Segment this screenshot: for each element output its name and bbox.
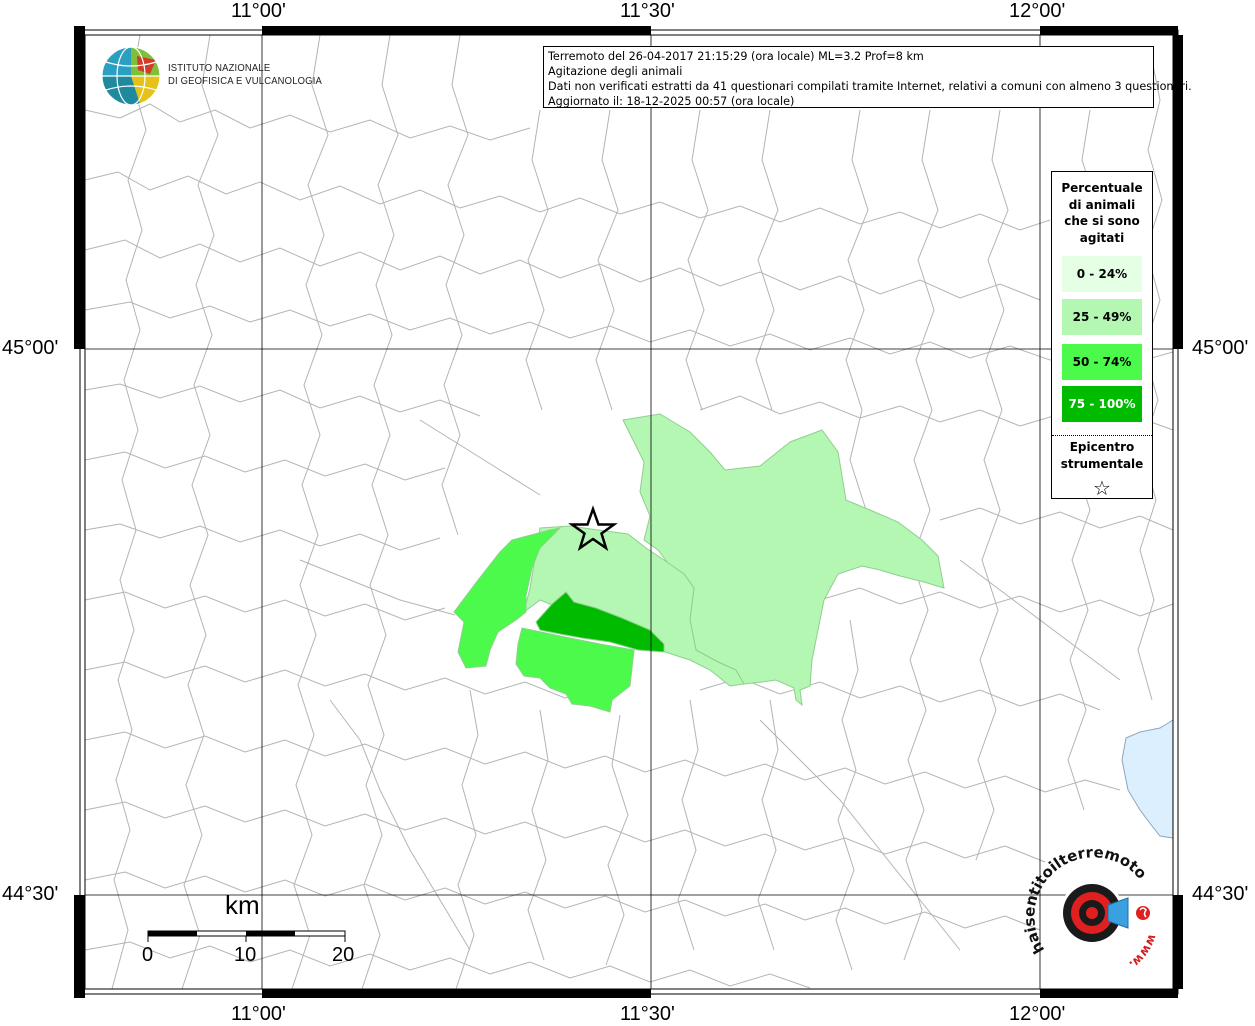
title-line2: Agitazione degli animali xyxy=(548,65,683,78)
legend-title: Percentuale di animali che si sono agita… xyxy=(1052,180,1152,246)
lat-label-left-4430: 44°30' xyxy=(2,883,59,905)
scale-unit-label: km xyxy=(225,890,260,920)
scale-tick-20: 20 xyxy=(332,944,355,966)
title-line4: Aggiornato il: 18-12-2025 00:57 (ora loc… xyxy=(548,95,795,108)
legend-swatch-50-74: 50 - 74% xyxy=(1062,344,1142,380)
lon-label-bottom-1100: 11°00' xyxy=(231,1003,286,1025)
legend-star-icon: ☆ xyxy=(1093,476,1111,500)
legend-swatch-25-49: 25 - 49% xyxy=(1062,299,1142,335)
legend-swatch-75-100: 75 - 100% xyxy=(1062,386,1142,422)
lat-label-right-4500: 45°00' xyxy=(1192,337,1249,359)
ingv-logo-line2: DI GEOFISICA E VULCANOLOGIA xyxy=(168,75,322,87)
lon-label-bottom-1130: 11°30' xyxy=(620,1003,675,1025)
scale-tick-0: 0 xyxy=(142,944,154,966)
lon-label-top-1130: 11°30' xyxy=(620,0,675,22)
legend-title-line: agitati xyxy=(1079,230,1125,245)
ingv-logo-icon xyxy=(101,46,161,106)
title-line3: Dati non verificati estratti da 41 quest… xyxy=(548,80,1192,93)
lon-label-top-1200: 12°00' xyxy=(1009,0,1066,22)
lon-label-bottom-1200: 12°00' xyxy=(1009,1003,1066,1025)
legend-epicenter-line: strumentale xyxy=(1060,456,1144,471)
map-title-box: Terremoto del 26-04-2017 21:15:29 (ora l… xyxy=(543,46,1192,108)
legend-epicenter-line: Epicentro xyxy=(1069,440,1135,454)
lat-label-right-4430: 44°30' xyxy=(1192,883,1249,905)
legend-separator xyxy=(1052,435,1152,436)
title-line1: Terremoto del 26-04-2017 21:15:29 (ora l… xyxy=(548,50,924,63)
map-canvas: haisentitoilterremoto.it www. xyxy=(0,0,1183,998)
ingv-logo-text: ISTITUTO NAZIONALE DI GEOFISICA E VULCAN… xyxy=(168,62,322,88)
legend-title-line: che si sono xyxy=(1064,214,1140,228)
scale-tick-10: 10 xyxy=(234,944,257,966)
legend-box: Percentuale di animali che si sono agita… xyxy=(1051,171,1153,499)
legend-swatch-0-24: 0 - 24% xyxy=(1062,256,1142,292)
ingv-logo-line1: ISTITUTO NAZIONALE xyxy=(168,62,271,74)
map-area xyxy=(85,35,1173,989)
lat-label-left-4500: 45°00' xyxy=(2,337,59,359)
legend-title-line: di animali xyxy=(1068,197,1136,212)
legend-title-line: Percentuale xyxy=(1061,181,1143,195)
legend-epicenter-label: Epicentro strumentale xyxy=(1052,439,1152,472)
lon-label-top-1100: 11°00' xyxy=(231,0,286,22)
